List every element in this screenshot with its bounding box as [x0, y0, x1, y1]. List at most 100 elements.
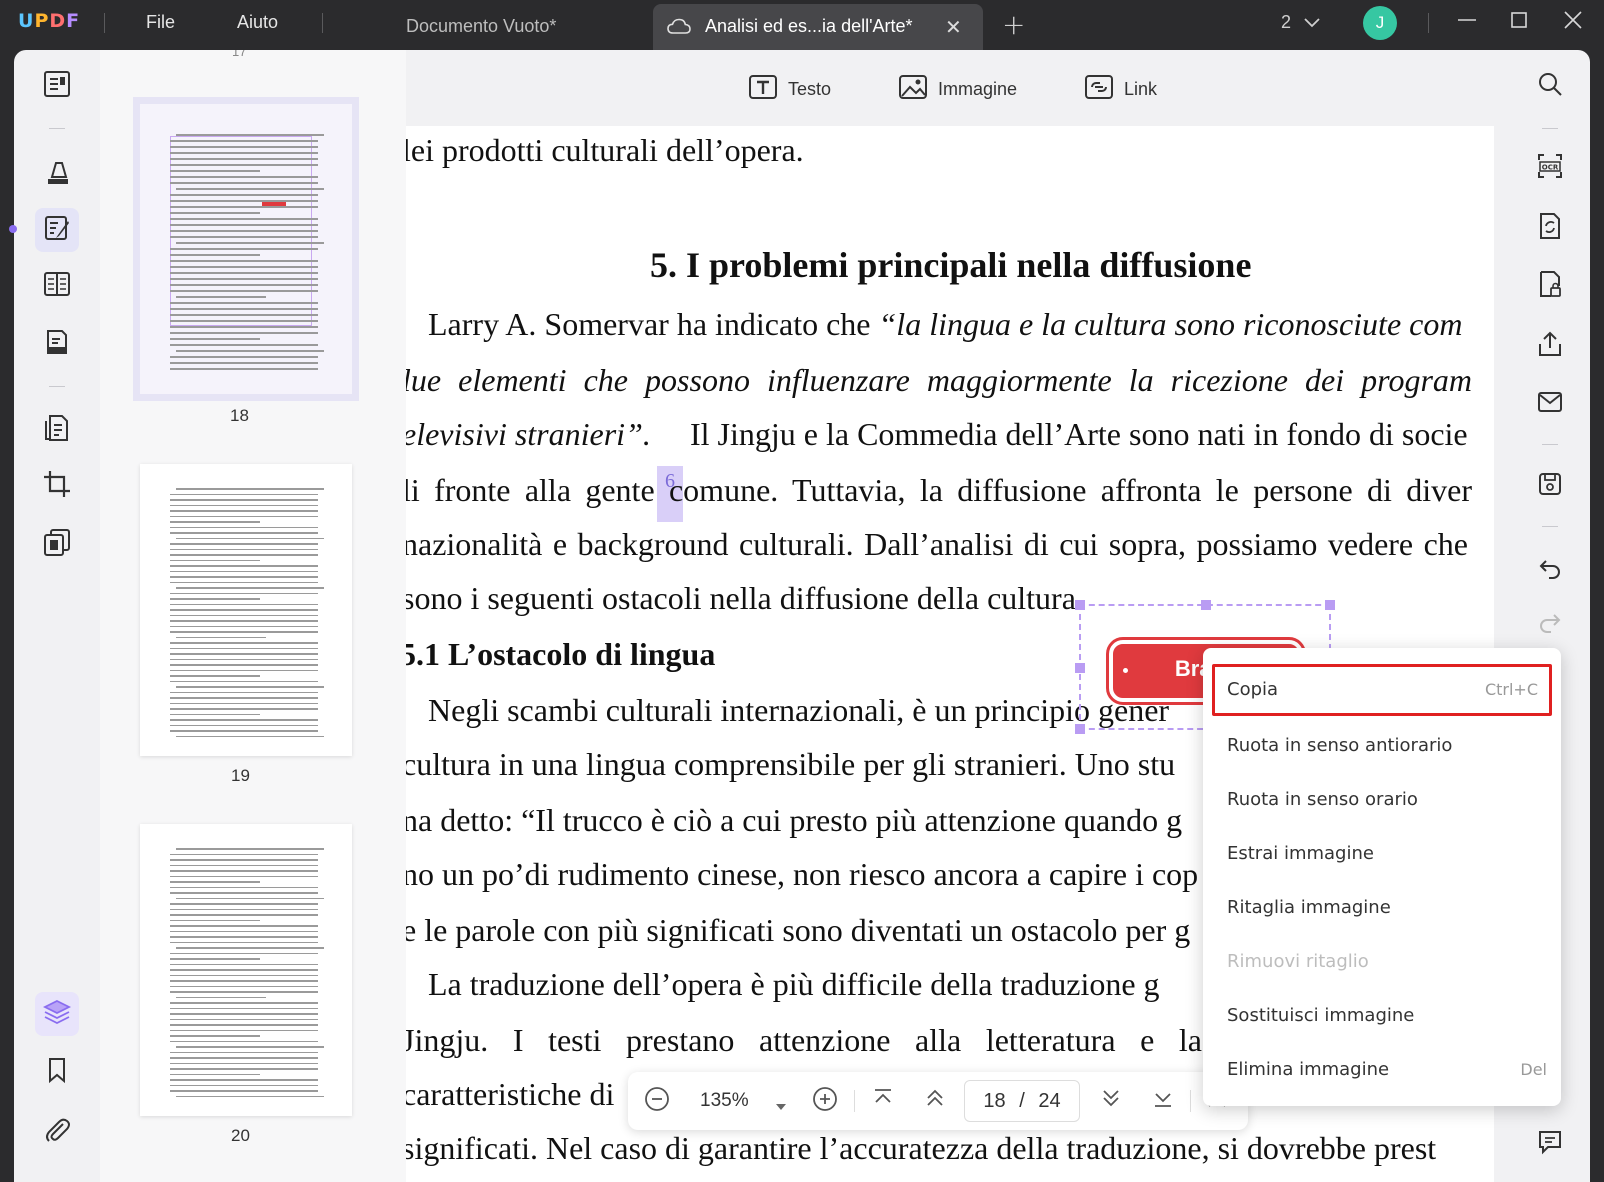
share-button[interactable]: [1530, 326, 1570, 366]
menu-item-crop-image[interactable]: Ritaglia immagine: [1203, 882, 1561, 934]
thumbnail-text-line: [170, 290, 318, 292]
resize-handle[interactable]: [1075, 600, 1085, 610]
convert-button[interactable]: [35, 408, 79, 452]
previous-page-icon[interactable]: [924, 1086, 946, 1116]
reader-mode-button[interactable]: [35, 64, 79, 108]
thumbnail-text-line: [170, 254, 260, 256]
menu-item-extract-image[interactable]: Estrai immagine: [1203, 828, 1561, 880]
redo-icon: [1537, 610, 1563, 638]
save-button[interactable]: [1530, 466, 1570, 506]
thumbnail-text-line: [176, 735, 324, 737]
page-number-input[interactable]: 18 / 24: [964, 1080, 1080, 1122]
close-window-icon[interactable]: [1562, 9, 1584, 36]
subsection-heading: 5.1 L’ostacolo di lingua: [406, 636, 716, 672]
add-text-button[interactable]: Testo: [748, 74, 831, 105]
attachment-button[interactable]: [35, 1110, 79, 1154]
thumbnail-page-19[interactable]: [140, 464, 352, 756]
window-count-dropdown[interactable]: 2: [1281, 12, 1320, 33]
layers-button[interactable]: [35, 992, 79, 1036]
thumbnail-text-line: [170, 362, 318, 364]
tab-analisi[interactable]: Analisi ed es...ia dell'Arte* ✕: [653, 4, 983, 50]
resize-handle[interactable]: [1075, 724, 1085, 734]
minimize-icon[interactable]: [1456, 9, 1478, 36]
menu-aiuto[interactable]: Aiuto: [237, 12, 278, 33]
menu-item-replace-image[interactable]: Sostituisci immagine: [1203, 990, 1561, 1042]
menu-item-copy[interactable]: Copia Ctrl+C: [1212, 664, 1552, 716]
form-button[interactable]: [35, 322, 79, 366]
thumbnail-text-line: [170, 1018, 318, 1020]
menu-item-delete-image[interactable]: Elimina immagine Del: [1203, 1044, 1561, 1096]
layers-icon: [42, 997, 72, 1031]
zoom-dropdown-icon[interactable]: [774, 1092, 788, 1118]
thumbnail-text-line: [170, 1007, 318, 1009]
menu-item-remove-crop: Rimuovi ritaglio: [1203, 936, 1561, 988]
add-tab-icon[interactable]: +: [1002, 8, 1025, 41]
zoom-level[interactable]: 135%: [700, 1090, 749, 1112]
thumbnail-page-20[interactable]: [140, 824, 352, 1116]
paragraph-line: Il Jingju e la Commedia dell’Arte sono n…: [690, 416, 1468, 452]
thumbnail-text-line: [176, 636, 266, 638]
menu-item-rotate-ccw[interactable]: Ruota in senso antiorario: [1203, 720, 1561, 772]
resize-handle[interactable]: [1325, 600, 1335, 610]
thumbnail-text-line: [170, 532, 318, 534]
divider: [854, 1090, 855, 1112]
thumbnail-text-line: [170, 592, 318, 594]
next-page-icon[interactable]: [1100, 1086, 1122, 1116]
menu-item-label: Copia: [1227, 679, 1279, 700]
last-page-icon[interactable]: [1152, 1086, 1174, 1116]
resize-handle[interactable]: [1201, 600, 1211, 610]
thumbnail-text-line: [176, 134, 324, 136]
menu-item-rotate-cw[interactable]: Ruota in senso orario: [1203, 774, 1561, 826]
undo-button[interactable]: [1530, 550, 1570, 590]
reader-icon: [42, 69, 72, 103]
divider: [1542, 128, 1558, 129]
close-tab-icon[interactable]: ✕: [945, 15, 962, 40]
thumbnail-text-line: [170, 625, 318, 627]
edit-pdf-button[interactable]: [35, 208, 79, 252]
image-tool-icon: [898, 74, 928, 105]
divider: [1542, 444, 1558, 445]
thumbnail-text-line: [170, 647, 318, 649]
total-pages: 24: [1038, 1090, 1061, 1112]
add-image-button[interactable]: Immagine: [898, 74, 1017, 105]
ocr-button[interactable]: OCR: [1530, 148, 1570, 188]
thumbnail-text-line: [170, 164, 318, 166]
page-tools-button[interactable]: [35, 264, 79, 308]
thumbnail-text-line: [170, 570, 318, 572]
ocr-icon: OCR: [1536, 152, 1564, 184]
redo-button[interactable]: [1530, 604, 1570, 644]
thumbnail-page-number: 18: [230, 406, 249, 425]
thumbnail-text-line: [176, 188, 324, 190]
thumbnail-text-line: [170, 326, 318, 328]
comments-button[interactable]: [1530, 1124, 1570, 1164]
bookmark-button[interactable]: [35, 1050, 79, 1094]
menu-file[interactable]: File: [146, 12, 175, 33]
tab-label: Documento Vuoto*: [406, 16, 557, 36]
zoom-out-icon[interactable]: [644, 1086, 670, 1118]
crop-button[interactable]: [35, 464, 79, 508]
first-page-icon[interactable]: [872, 1086, 894, 1116]
thumbnail-page-18[interactable]: [133, 97, 359, 401]
comment-button[interactable]: [35, 152, 79, 196]
thumbnail-text-line: [170, 1024, 318, 1026]
avatar[interactable]: J: [1363, 6, 1397, 40]
resize-handle[interactable]: [1075, 663, 1085, 673]
thumbnail-text-line: [170, 152, 318, 154]
thumbnail-text-line: [170, 554, 318, 556]
add-link-button[interactable]: Link: [1084, 74, 1157, 105]
tab-documento-vuoto[interactable]: Documento Vuoto*: [388, 4, 638, 50]
search-button[interactable]: [1530, 66, 1570, 106]
email-button[interactable]: [1530, 384, 1570, 424]
convert-pdf-button[interactable]: [1530, 208, 1570, 248]
maximize-icon[interactable]: [1508, 9, 1530, 36]
thumbnail-text-line: [170, 1002, 318, 1004]
organize-button[interactable]: [35, 522, 79, 566]
zoom-in-icon[interactable]: [812, 1086, 838, 1118]
divider: [1190, 1090, 1191, 1112]
thumbnail-text-line: [170, 284, 318, 286]
protect-button[interactable]: [1530, 266, 1570, 306]
thumbnail-text-line: [170, 170, 260, 172]
thumbnail-text-line: [170, 526, 318, 528]
updf-logo[interactable]: UPDF: [18, 10, 80, 32]
link-tool-icon: [1084, 74, 1114, 105]
